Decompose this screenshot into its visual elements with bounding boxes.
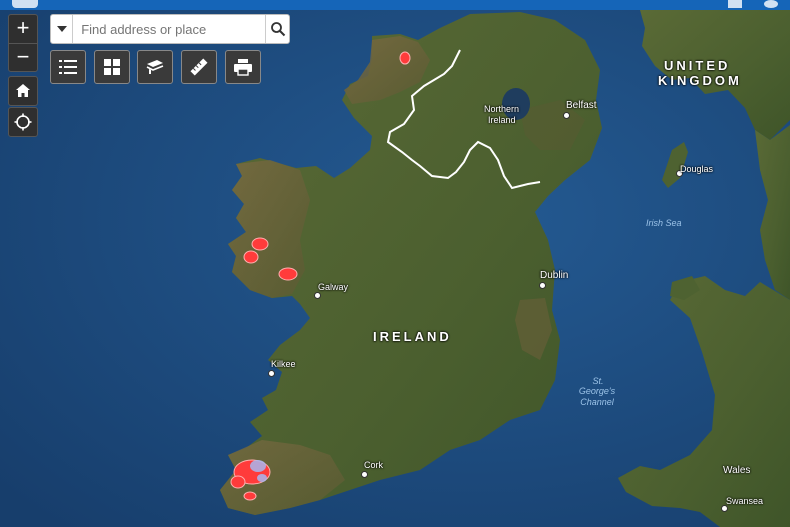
app-logo-icon bbox=[12, 0, 38, 8]
search-source-dropdown[interactable] bbox=[51, 15, 74, 43]
search-input[interactable] bbox=[73, 15, 266, 43]
zoom-out-button[interactable]: − bbox=[9, 44, 37, 72]
city-marker-belfast[interactable] bbox=[563, 112, 570, 119]
city-marker-galway[interactable] bbox=[314, 292, 321, 299]
label-cork: Cork bbox=[364, 460, 384, 470]
layers-icon bbox=[146, 60, 164, 74]
label-ireland: IRELAND bbox=[373, 329, 452, 344]
label-channel: Channel bbox=[580, 397, 614, 407]
header-list-icon[interactable] bbox=[728, 0, 742, 8]
label-kilkee: Kilkee bbox=[271, 359, 296, 369]
city-marker-swansea[interactable] bbox=[721, 505, 728, 512]
label-wales: Wales bbox=[723, 465, 751, 476]
label-douglas: Douglas bbox=[680, 164, 714, 174]
basemap-button[interactable] bbox=[94, 50, 130, 84]
measure-button[interactable] bbox=[181, 50, 217, 84]
home-icon bbox=[16, 84, 30, 97]
zoom-in-button[interactable]: + bbox=[9, 15, 37, 44]
locate-button[interactable] bbox=[8, 107, 38, 137]
legend-list-icon bbox=[59, 60, 77, 74]
label-galway: Galway bbox=[318, 282, 349, 292]
print-icon bbox=[234, 59, 252, 76]
city-marker-cork[interactable] bbox=[361, 471, 368, 478]
label-united: UNITED bbox=[664, 58, 731, 73]
label-kingdom: KINGDOM bbox=[658, 73, 742, 88]
print-button[interactable] bbox=[225, 50, 261, 84]
label-northern: Northern bbox=[484, 104, 520, 114]
home-button[interactable] bbox=[8, 76, 38, 106]
label-georges: George's bbox=[578, 386, 616, 396]
measure-ruler-icon bbox=[190, 58, 208, 76]
search-icon bbox=[270, 22, 285, 37]
legend-button[interactable] bbox=[50, 50, 86, 84]
label-st: St. bbox=[592, 376, 604, 386]
label-ni-ireland: Ireland bbox=[488, 115, 516, 125]
app-header bbox=[0, 0, 790, 10]
locate-icon bbox=[14, 113, 32, 131]
search-button[interactable] bbox=[265, 15, 289, 43]
city-marker-dublin[interactable] bbox=[539, 282, 546, 289]
label-irish-sea: Irish Sea bbox=[646, 218, 682, 228]
label-belfast: Belfast bbox=[566, 100, 597, 111]
layers-button[interactable] bbox=[137, 50, 173, 84]
zoom-control: + − bbox=[8, 14, 38, 72]
header-settings-icon[interactable] bbox=[764, 0, 778, 8]
basemap-grid-icon bbox=[104, 59, 120, 75]
label-dublin: Dublin bbox=[540, 270, 569, 281]
label-swansea: Swansea bbox=[726, 496, 764, 506]
search-box bbox=[50, 14, 290, 44]
city-marker-kilkee[interactable] bbox=[268, 370, 275, 377]
chevron-down-icon bbox=[56, 26, 67, 32]
